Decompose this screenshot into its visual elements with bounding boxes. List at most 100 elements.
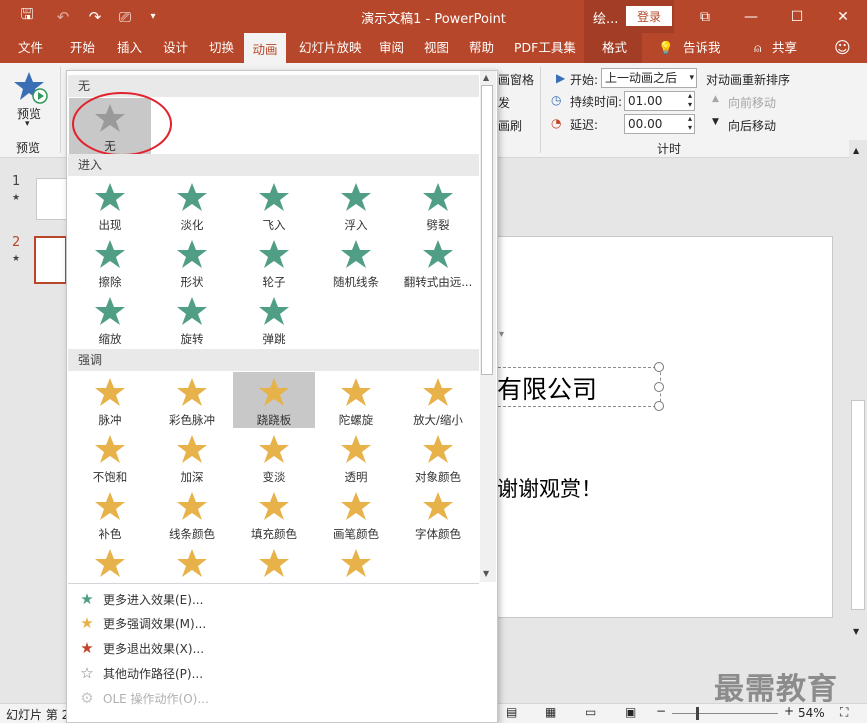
effect-star-icon [95, 549, 125, 577]
effect-enter-11[interactable]: 旋转 [151, 291, 233, 347]
effect-emph-7[interactable]: 变淡 [233, 429, 315, 485]
tab-slideshow[interactable]: 幻灯片放映 [297, 33, 364, 63]
tab-file[interactable]: 文件 [16, 33, 45, 63]
effect-emph-15[interactable]: 下划线 [69, 543, 151, 583]
effect-emph-12[interactable]: 填充颜色 [233, 486, 315, 542]
spinner-icon[interactable]: ▴ ▾ [688, 114, 692, 132]
tab-pdf-tools[interactable]: PDF工具集 [512, 33, 578, 63]
login-button[interactable]: 登录 [626, 6, 672, 26]
animation-painter-button[interactable]: 画刷 [498, 117, 522, 134]
effect-emph-9[interactable]: 对象颜色 [397, 429, 479, 485]
effect-enter-8[interactable]: 随机线条 [315, 234, 397, 290]
effect-enter-0[interactable]: 出现 [69, 177, 151, 233]
effect-emph-3[interactable]: 陀螺旋 [315, 372, 397, 428]
zoom-thumb[interactable] [696, 707, 699, 720]
effect-enter-5[interactable]: 擦除 [69, 234, 151, 290]
tab-home[interactable]: 开始 [68, 33, 97, 63]
delay-stepper[interactable]: 00.00 ▴ ▾ [624, 114, 695, 134]
preview-icon[interactable] [14, 71, 48, 105]
highlight-circle [72, 92, 172, 156]
effect-emph-8[interactable]: 透明 [315, 429, 397, 485]
slide-thumbnail-2[interactable] [34, 236, 67, 284]
yellow-star-icon: ★ [80, 614, 94, 632]
fit-slide-icon[interactable]: ⛶ [840, 705, 848, 720]
resize-handle[interactable] [654, 382, 664, 392]
zoom-out-icon[interactable]: − [656, 704, 666, 718]
scroll-up-icon[interactable]: ▲ [853, 146, 859, 155]
effect-enter-4[interactable]: 劈裂 [397, 177, 479, 233]
more-entrance-effects[interactable]: ★ 更多进入效果(E)... [77, 587, 477, 611]
effect-enter-1[interactable]: 淡化 [151, 177, 233, 233]
duration-stepper[interactable]: 01.00 ▴ ▾ [624, 91, 695, 111]
smiley-icon[interactable]: ☺ [832, 33, 853, 63]
effect-enter-12[interactable]: 弹跳 [233, 291, 315, 347]
start-select[interactable]: 上一动画之后 ▾ [601, 68, 697, 88]
more-exit-effects[interactable]: ★ 更多退出效果(X)... [77, 636, 477, 660]
scroll-up-icon[interactable]: ▲ [483, 73, 489, 82]
effect-emph-11[interactable]: 线条颜色 [151, 486, 233, 542]
trigger-button[interactable]: 发 [498, 94, 510, 111]
tab-transitions[interactable]: 切换 [207, 33, 236, 63]
effect-emph-1[interactable]: 彩色脉冲 [151, 372, 233, 428]
move-earlier-button[interactable]: 向前移动 [728, 94, 776, 111]
move-later-button[interactable]: 向后移动 [728, 117, 776, 134]
maximize-icon[interactable]: ☐ [774, 0, 820, 33]
effect-emph-2[interactable]: 跷跷板 [233, 372, 315, 428]
tab-insert[interactable]: 插入 [115, 33, 144, 63]
gallery-scroll-thumb[interactable] [481, 85, 493, 375]
effect-enter-9[interactable]: 翻转式由远... [397, 234, 479, 290]
effect-emph-18[interactable]: 波浪形 [315, 543, 397, 583]
zoom-level[interactable]: 54% [798, 706, 825, 720]
presenter-view-icon[interactable]: ▣ [625, 705, 636, 719]
effect-enter-3[interactable]: 浮入 [315, 177, 397, 233]
effect-enter-10[interactable]: 缩放 [69, 291, 151, 347]
watermark: 最需教育 [714, 672, 838, 707]
preview-dropdown-icon[interactable]: ▾ [25, 119, 30, 129]
tab-view[interactable]: 视图 [422, 33, 451, 63]
effect-enter-6[interactable]: 形状 [151, 234, 233, 290]
gallery-scrollbar[interactable]: ▲ ▼ [480, 71, 496, 582]
effect-label: 旋转 [180, 332, 204, 346]
effect-enter-2[interactable]: 飞入 [233, 177, 315, 233]
reading-view-icon[interactable]: ▭ [585, 705, 596, 719]
effect-emph-16[interactable]: 加粗闪烁 [151, 543, 233, 583]
more-emphasis-effects[interactable]: ★ 更多强调效果(M)... [77, 611, 477, 635]
effect-label: 变淡 [262, 470, 286, 484]
scroll-down-icon[interactable]: ▼ [483, 569, 489, 578]
scroll-thumb[interactable] [851, 400, 865, 610]
effect-emph-13[interactable]: 画笔颜色 [315, 486, 397, 542]
tab-design[interactable]: 设计 [161, 33, 190, 63]
resize-handle[interactable] [654, 362, 664, 372]
slide-canvas[interactable]: ▾ 有限公司 谢谢观赏！ [463, 236, 833, 618]
close-icon[interactable]: ✕ [820, 0, 866, 33]
effect-emph-14[interactable]: 字体颜色 [397, 486, 479, 542]
slide-thumbnail-1[interactable] [36, 178, 67, 220]
minimize-icon[interactable]: — [728, 0, 774, 33]
tab-format[interactable]: 格式 [600, 33, 629, 63]
ribbon-display-icon[interactable]: ⧉ [682, 0, 728, 33]
scroll-down-icon[interactable]: ▼ [853, 627, 859, 636]
thumb-star-icon: ★ [12, 193, 21, 203]
tab-help[interactable]: 帮助 [467, 33, 496, 63]
sorter-view-icon[interactable]: ▦ [545, 705, 556, 719]
tell-me[interactable]: 告诉我 [681, 33, 723, 63]
tab-review[interactable]: 审阅 [377, 33, 406, 63]
more-motion-paths[interactable]: ☆ 其他动作路径(P)... [77, 661, 477, 685]
effect-emph-10[interactable]: 补色 [69, 486, 151, 542]
editor-scrollbar[interactable]: ▲ ▼ [849, 140, 867, 645]
share-icon[interactable]: ⍝ [752, 33, 764, 63]
tab-animations[interactable]: 动画 [244, 33, 286, 63]
animation-pane-button[interactable]: 画窗格 [498, 71, 534, 88]
resize-handle[interactable] [654, 401, 664, 411]
effect-label: 加深 [180, 470, 204, 484]
spinner-icon[interactable]: ▴ ▾ [688, 91, 692, 109]
normal-view-icon[interactable]: ▤ [506, 705, 517, 719]
effect-emph-6[interactable]: 加深 [151, 429, 233, 485]
effect-emph-0[interactable]: 脉冲 [69, 372, 151, 428]
effect-emph-17[interactable]: 加粗展示 [233, 543, 315, 583]
effect-enter-7[interactable]: 轮子 [233, 234, 315, 290]
share-button[interactable]: 共享 [770, 33, 799, 63]
zoom-slider[interactable] [672, 713, 778, 714]
effect-emph-4[interactable]: 放大/缩小 [397, 372, 479, 428]
effect-emph-5[interactable]: 不饱和 [69, 429, 151, 485]
